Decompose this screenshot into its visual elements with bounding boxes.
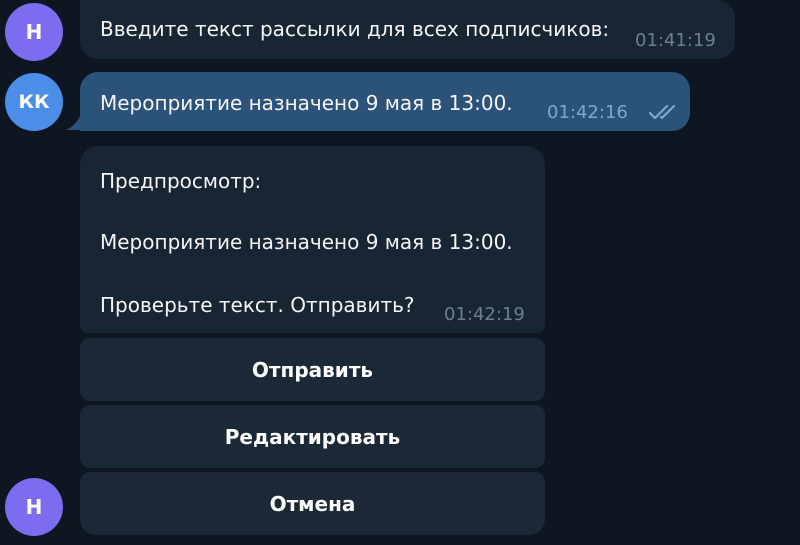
- message-bubble[interactable]: Введите текст рассылки для всех подписчи…: [80, 0, 735, 59]
- send-button-label: Отправить: [251, 357, 374, 382]
- preview-message-bubble[interactable]: Предпросмотр: Мероприятие назначено 9 ма…: [80, 146, 545, 333]
- message-bubble[interactable]: Мероприятие назначено 9 мая в 13:00. 01:…: [80, 72, 690, 131]
- edit-button-label: Редактировать: [224, 424, 401, 449]
- bot-avatar[interactable]: Н: [5, 478, 63, 536]
- message-text: Введите текст рассылки для всех подписчи…: [100, 17, 610, 41]
- avatar-initial: Н: [25, 20, 43, 44]
- avatar-initial: Н: [25, 495, 43, 519]
- message-time: 01:42:19: [444, 304, 525, 325]
- cancel-button-label: Отмена: [269, 491, 356, 516]
- chat-history: Н Введите текст рассылки для всех подпис…: [0, 0, 800, 545]
- bot-avatar[interactable]: Н: [5, 3, 63, 61]
- preview-heading: Предпросмотр:: [100, 169, 262, 193]
- bubble-tail: [66, 116, 80, 130]
- message-time: 01:42:16: [547, 102, 628, 123]
- message-text: Мероприятие назначено 9 мая в 13:00.: [100, 91, 513, 115]
- edit-button[interactable]: Редактировать: [80, 405, 545, 468]
- avatar-initials: КК: [18, 91, 50, 113]
- send-button[interactable]: Отправить: [80, 338, 545, 401]
- user-avatar[interactable]: КК: [5, 73, 63, 131]
- double-check-icon: [648, 104, 676, 120]
- preview-body: Мероприятие назначено 9 мая в 13:00.: [100, 230, 513, 254]
- message-time: 01:41:19: [635, 30, 716, 51]
- preview-question: Проверьте текст. Отправить?: [100, 293, 415, 317]
- cancel-button[interactable]: Отмена: [80, 472, 545, 535]
